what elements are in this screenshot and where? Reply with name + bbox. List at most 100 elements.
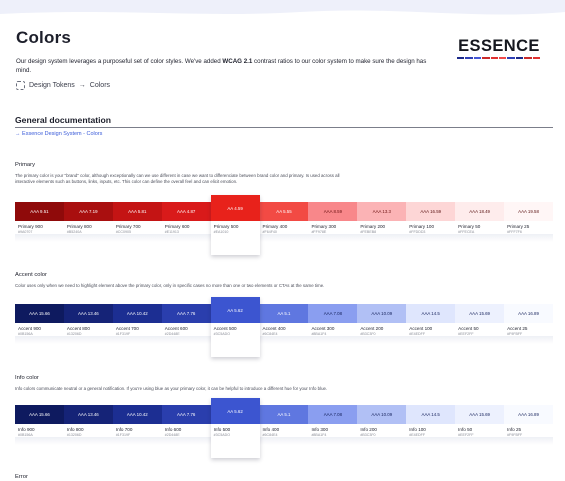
color-swatch[interactable]: AA 5.1 Accent 400 #6C84E4 [259,304,309,344]
color-swatch[interactable]: AA 5.55 Primary 400 #F64F40 [259,202,309,242]
swatch-contrast-ratio: AAA 5.81 [112,202,162,221]
swatch-name: Info 100 [406,424,456,432]
swatch-contrast-ratio: AAA 8.59 [308,202,358,221]
swatch-shadow [15,437,64,445]
logo-bar-segment [465,57,473,59]
swatch-shadow [357,234,407,242]
swatch-name: Accent 100 [406,323,456,331]
group-info: Info color Info colors communicate neutr… [15,375,553,445]
swatch-name: Primary 700 [112,221,162,229]
swatch-contrast-ratio: AAA 18.49 [455,202,505,221]
group-primary: Primary The primary color is your "brand… [15,162,553,242]
swatch-contrast-ratio: AAA 10.42 [112,304,162,323]
swatch-shadow [161,336,211,344]
swatch-contrast-ratio: AAA 4.87 [161,202,211,221]
color-swatch[interactable]: AAA 4.87 Primary 600 #E11913 [161,202,211,242]
swatch-shadow [455,234,505,242]
breadcrumb-item-colors[interactable]: Colors [90,82,110,89]
color-swatch[interactable]: AAA 15.66 Info 900 #0B156A [15,405,64,445]
color-swatch[interactable]: AAA 9.51 Primary 900 #9A0707 [15,202,64,242]
swatch-name: Primary 200 [357,221,407,229]
intro-highlight: WCAG 2.1 [222,58,253,65]
color-swatch[interactable]: AAA 10.09 Accent 200 #B3C3F0 [357,304,407,344]
color-swatch[interactable]: AAA 18.49 Primary 50 #FFECEA [455,202,505,242]
color-swatch[interactable]: AAA 7.76 Info 600 #2D448E [161,405,211,445]
swatch-name: Accent 700 [112,323,162,331]
swatch-contrast-ratio: AA 5.1 [259,405,309,424]
swatch-shadow [455,437,505,445]
swatch-name: Info 200 [357,424,407,432]
swatch-contrast-ratio: AA 4.59 [210,195,260,221]
color-swatch[interactable]: AAA 19.58 Primary 25 #FFF7F6 [504,202,553,242]
swatch-contrast-ratio: AAA 9.51 [15,202,64,221]
color-swatch[interactable]: AAA 10.42 Info 700 #1F319F [112,405,162,445]
header-wave-decoration [0,0,565,15]
swatch-shadow [308,437,358,445]
swatch-contrast-ratio: AAA 7.76 [161,304,211,323]
swatch-name: Accent 500 [210,323,260,331]
color-swatch[interactable]: AAA 7.08 Accent 300 #8BA1F4 [308,304,358,344]
swatch-contrast-ratio: AAA 16.89 [504,405,553,424]
swatch-shadow [63,234,113,242]
logo-bar-segment [532,57,541,59]
swatch-hex: #3C5ADO [213,433,231,437]
swatch-name: Info 300 [308,424,358,432]
color-swatch[interactable]: AAA 13.46 Accent 800 #13206D [63,304,113,344]
color-swatch[interactable]: AAA 15.69 Info 50 #EEF2FF [455,405,505,445]
swatch-contrast-ratio: AAA 10.09 [357,304,407,323]
color-swatch[interactable]: AAA 8.59 Primary 300 #FF978E [308,202,358,242]
color-swatch[interactable]: AA 5.62 Info 500 #3C5ADO [210,398,260,458]
color-swatch[interactable]: AAA 10.09 Info 200 #B3C3F0 [357,405,407,445]
color-swatch[interactable]: AA 5.62 Accent 500 #3C5ADO [210,297,260,357]
color-swatch[interactable]: AAA 16.89 Info 25 #F9FBFF [504,405,553,445]
swatch-shadow [406,234,456,242]
swatch-name: Info 500 [210,424,260,432]
color-swatch[interactable]: AAA 14.5 Info 100 #E4EDFF [406,405,456,445]
swatch-name: Accent 300 [308,323,358,331]
logo-bar-segment [507,57,515,59]
color-swatch[interactable]: AAA 7.76 Accent 600 #2D448E [161,304,211,344]
color-swatch[interactable]: AAA 10.42 Accent 700 #1F319F [112,304,162,344]
color-swatch[interactable]: AAA 15.66 Accent 900 #0B156A [15,304,64,344]
breadcrumb: Design Tokens → Colors [16,81,549,91]
swatch-contrast-ratio: AA 5.62 [210,297,260,323]
swatch-contrast-ratio: AA 5.55 [259,202,309,221]
color-swatch[interactable]: AA 5.1 Info 400 #6C84E4 [259,405,309,445]
swatch-name: Info 50 [455,424,505,432]
swatch-name: Accent 600 [161,323,211,331]
color-swatch[interactable]: AAA 7.08 Info 300 #8BA1F4 [308,405,358,445]
swatch-contrast-ratio: AAA 7.19 [63,202,113,221]
swatch-name: Info 25 [504,424,553,432]
color-swatch[interactable]: AAA 14.5 Accent 100 #E4EDFF [406,304,456,344]
logo-bar-segment [457,57,465,59]
swatch-hex: #EA1010 [213,230,229,234]
intro-text: Our design system leverages a purposeful… [16,58,223,65]
group-title: Info color [15,375,39,381]
group-error: Error [15,474,553,480]
documentation-link[interactable]: → Essence Design System - Colors [15,131,102,137]
breadcrumb-item-design-tokens[interactable]: Design Tokens [29,82,75,89]
swatch-contrast-ratio: AAA 16.59 [406,202,456,221]
swatch-shadow [63,437,113,445]
color-swatch[interactable]: AAA 5.81 Primary 700 #CC0905 [112,202,162,242]
swatch-contrast-ratio: AA 5.1 [259,304,309,323]
swatch-contrast-ratio: AAA 13.46 [63,405,113,424]
swatch-shadow [259,234,309,242]
swatch-name: Accent 400 [259,323,309,331]
color-swatch[interactable]: AA 4.59 Primary 500 #EA1010 [210,195,260,255]
swatch-name: Accent 200 [357,323,407,331]
swatch-name: Primary 900 [15,221,64,229]
logo-bar-segment [524,57,532,59]
color-swatch[interactable]: AAA 16.89 Accent 25 #F9FBFF [504,304,553,344]
logo-bar-segment [482,57,490,59]
color-swatch[interactable]: AAA 15.69 Accent 50 #EEF2FF [455,304,505,344]
color-swatch[interactable]: AAA 16.59 Primary 100 #FFDDD3 [406,202,456,242]
logo-bar-segment [515,57,524,59]
swatch-shadow [406,336,456,344]
swatch-contrast-ratio: AAA 10.09 [357,405,407,424]
color-swatch[interactable]: AAA 7.19 Primary 800 #B5240A [63,202,113,242]
color-swatch[interactable]: AAA 13.46 Info 800 #13206D [63,405,113,445]
swatch-row-primary: AAA 9.51 Primary 900 #9A0707 AAA 7.19 Primar… [15,195,553,242]
color-swatch[interactable]: AAA 13.3 Primary 200 #FEBEB8 [357,202,407,242]
logo-color-bar [457,57,541,59]
